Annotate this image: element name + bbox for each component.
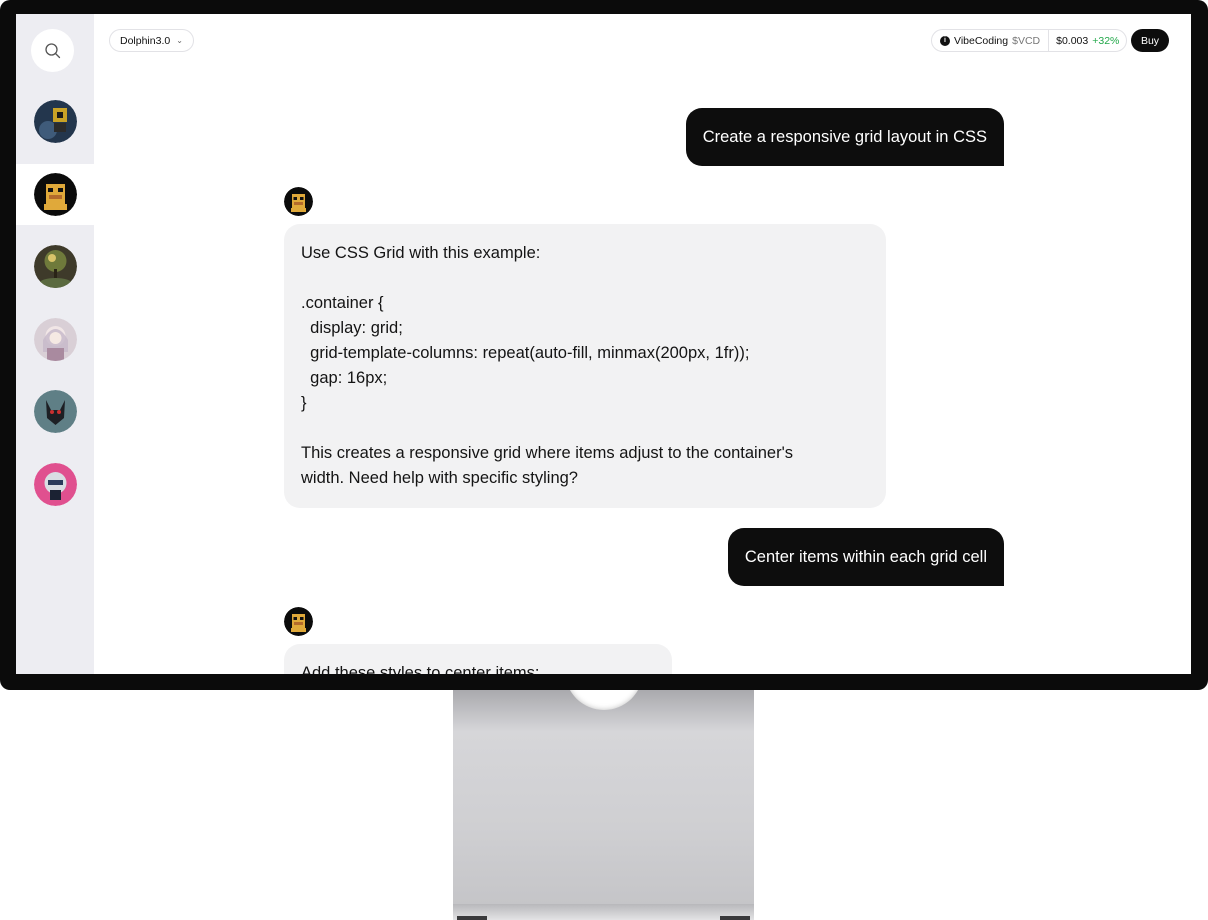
- message-line: [301, 266, 869, 291]
- info-icon: i: [940, 35, 950, 46]
- app-screen: Dolphin3.0 ⌄ i VibeCoding $VCD $0.003 +3…: [16, 14, 1191, 674]
- assistant-avatar: [284, 187, 313, 216]
- assistant-message: Add these styles to center items:: [284, 644, 672, 674]
- code-line: gap: 16px;: [301, 369, 388, 387]
- stand-cutout: [565, 690, 643, 710]
- sidebar-item-avatar-1[interactable]: [16, 91, 94, 152]
- monitor-stand: [453, 690, 754, 920]
- avatar: [33, 173, 77, 216]
- sidebar-item-avatar-4[interactable]: [16, 309, 94, 370]
- sidebar-item-avatar-5[interactable]: [16, 381, 94, 442]
- monitor-bezel: Dolphin3.0 ⌄ i VibeCoding $VCD $0.003 +3…: [0, 0, 1208, 690]
- sidebar-item-avatar-3[interactable]: [16, 236, 94, 297]
- code-line: .container {: [301, 294, 384, 312]
- message-line: Add these styles to center items:: [301, 664, 540, 674]
- token-price-group: $0.003 +32%: [1048, 30, 1126, 51]
- chevron-down-icon: ⌄: [176, 36, 183, 45]
- token-name: VibeCoding: [954, 34, 1009, 47]
- code-line: display: grid;: [301, 319, 403, 337]
- assistant-message: Use CSS Grid with this example: .contain…: [284, 224, 886, 508]
- stand-foot: [453, 904, 754, 920]
- message-line: Use CSS Grid with this example:: [301, 244, 541, 262]
- avatar: [33, 100, 77, 143]
- user-message: Center items within each grid cell: [727, 528, 1004, 586]
- assistant-avatar: [284, 607, 313, 636]
- sidebar-item-avatar-6[interactable]: [16, 454, 94, 515]
- sidebar-item-avatar-2[interactable]: [16, 164, 94, 225]
- avatar: [33, 390, 77, 433]
- token-name-group: i VibeCoding $VCD: [932, 30, 1048, 51]
- user-message: Create a responsive grid layout in CSS: [685, 108, 1004, 166]
- code-line: }: [301, 394, 307, 412]
- token-change: +32%: [1092, 34, 1120, 47]
- buy-button[interactable]: Buy: [1131, 29, 1169, 52]
- avatar: [33, 318, 77, 361]
- model-selector[interactable]: Dolphin3.0 ⌄: [109, 29, 194, 52]
- avatar: [33, 245, 77, 288]
- token-symbol: $VCD: [1012, 34, 1041, 47]
- search-button[interactable]: [31, 29, 74, 72]
- token-price: $0.003: [1056, 34, 1089, 47]
- avatar: [33, 463, 77, 506]
- sidebar: [16, 14, 94, 674]
- message-line: [301, 416, 869, 441]
- message-line: This creates a responsive grid where ite…: [301, 444, 793, 462]
- message-line: width. Need help with specific styling?: [301, 469, 578, 487]
- token-ticker[interactable]: i VibeCoding $VCD $0.003 +32%: [931, 29, 1128, 52]
- model-label: Dolphin3.0: [120, 34, 171, 47]
- code-line: grid-template-columns: repeat(auto-fill,…: [301, 344, 750, 362]
- search-icon: [44, 42, 60, 58]
